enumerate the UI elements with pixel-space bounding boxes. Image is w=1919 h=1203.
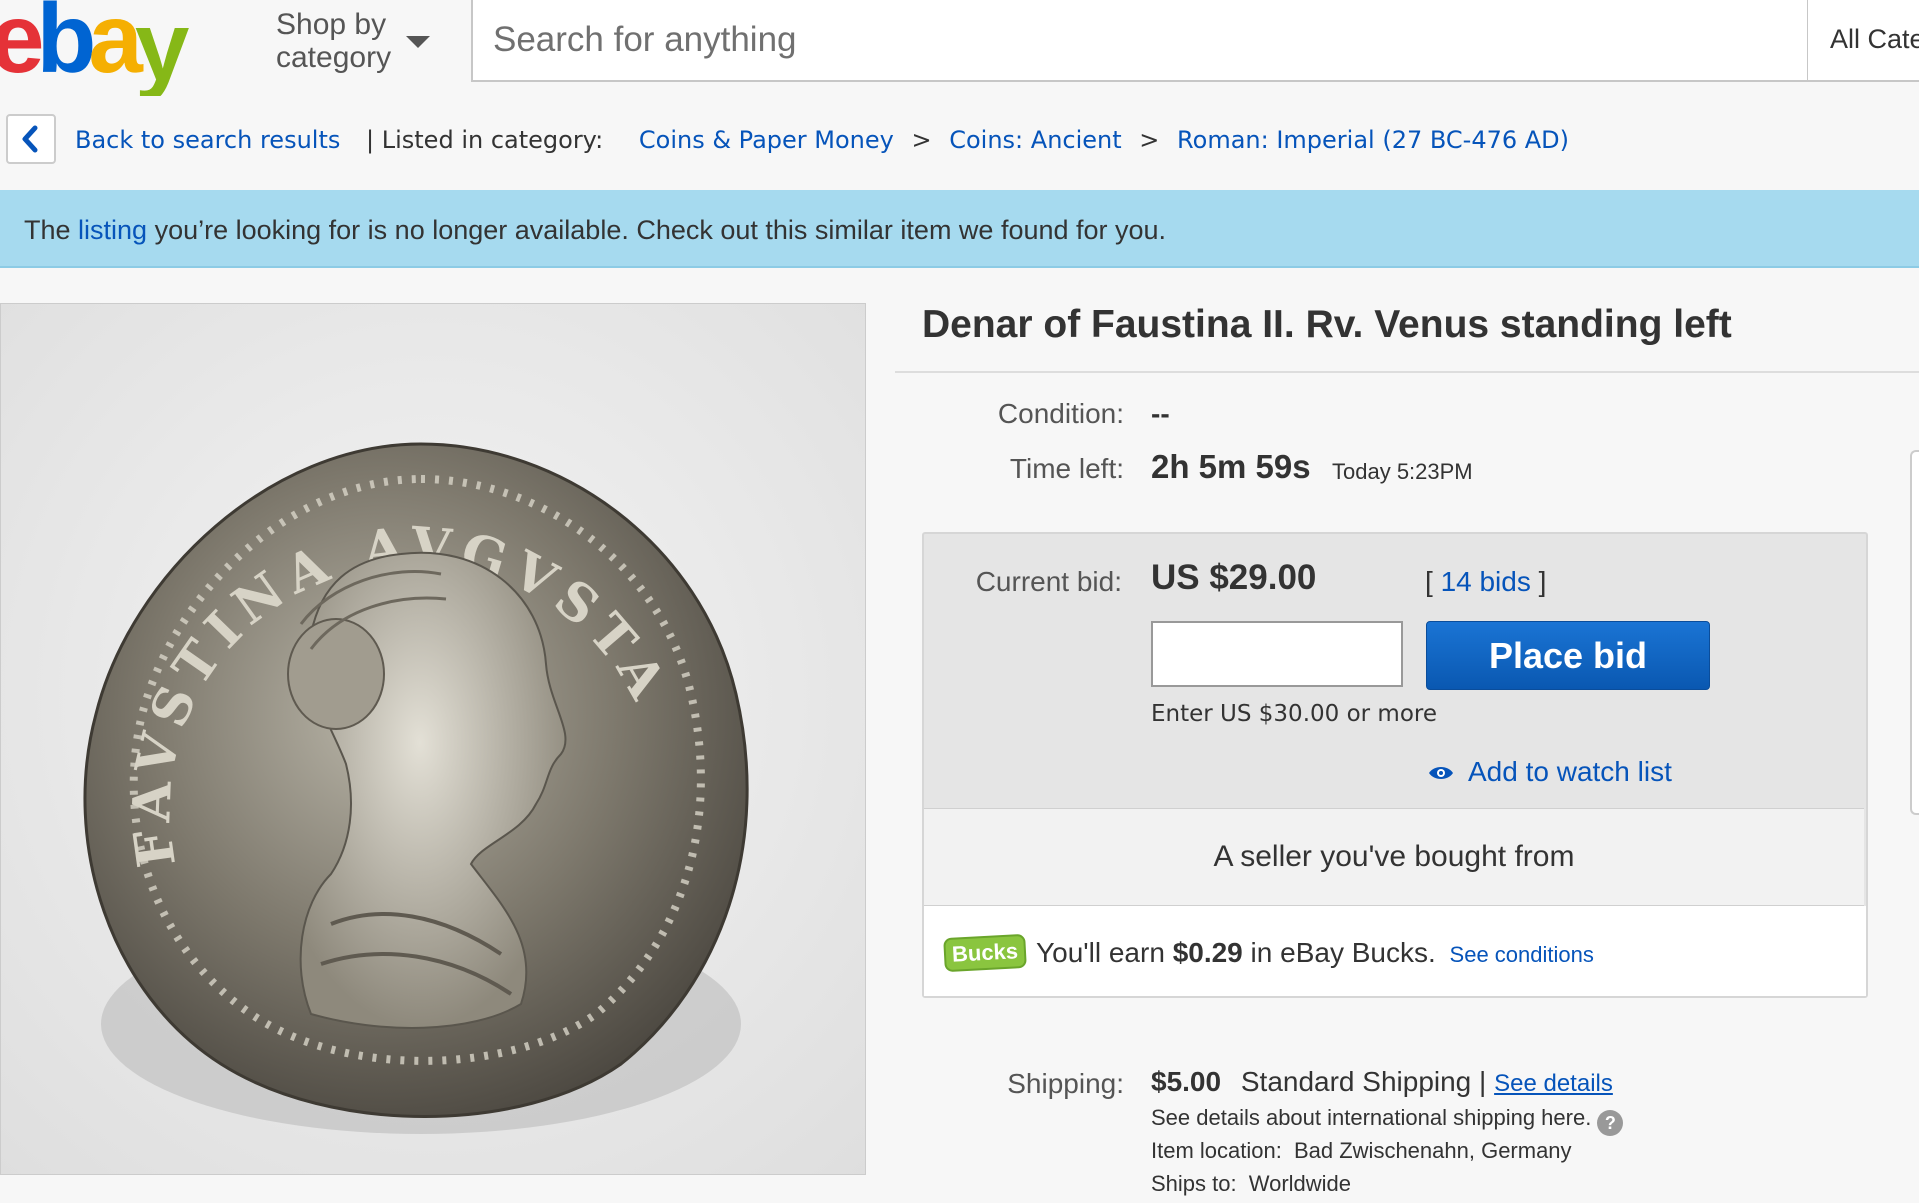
chevron-down-icon <box>406 36 430 48</box>
time-left-value: 2h 5m 59s <box>1151 448 1311 485</box>
unavailable-listing-banner: The listing you’re looking for is no lon… <box>0 190 1919 268</box>
current-bid-label: Current bid: <box>975 566 1122 597</box>
listed-in-label: | Listed in category: <box>366 126 604 154</box>
title-divider <box>895 371 1919 373</box>
intl-shipping-note: See details about international shipping… <box>1151 1105 1624 1136</box>
bucks-amount: $0.29 <box>1172 937 1243 968</box>
ships-to: Ships to: Worldwide <box>1151 1171 1351 1197</box>
shipping-separator: | <box>1479 1066 1487 1097</box>
ebay-bucks-row: Bucks You'll earn $0.29 in eBay Bucks. Se… <box>924 906 1866 996</box>
bid-amount-input[interactable] <box>1151 621 1403 687</box>
ships-to-value: Worldwide <box>1248 1171 1352 1196</box>
shipping-info: $5.00 Standard Shipping | See details <box>1151 1066 1613 1098</box>
breadcrumb-separator: > <box>911 126 932 154</box>
breadcrumb-separator: > <box>1139 126 1160 154</box>
shop-by-category-label: Shop by category <box>276 8 392 74</box>
bid-count-close: ] <box>1530 566 1547 597</box>
intl-shipping-text: See details about international shipping… <box>1151 1105 1592 1130</box>
min-bid-hint: Enter US $30.00 or more <box>1151 701 1437 727</box>
item-location: Item location: Bad Zwischenahn, Germany <box>1151 1138 1572 1164</box>
add-to-watch-list-button[interactable]: Add to watch list <box>1428 756 1672 788</box>
breadcrumb-item-coins-ancient[interactable]: Coins: Ancient <box>949 126 1121 154</box>
svg-text:ebay: ebay <box>0 0 189 96</box>
time-left-label: Time left: <box>1009 453 1124 484</box>
coin-photo: FAVSTINA AVGVSTA <box>1 304 865 1174</box>
item-image[interactable]: FAVSTINA AVGVSTA <box>0 303 866 1175</box>
banner-text-prefix: The <box>24 215 79 245</box>
shipping-cost: $5.00 <box>1151 1066 1222 1097</box>
shipping-label: Shipping: <box>1007 1068 1124 1099</box>
chevron-left-icon <box>22 125 38 153</box>
bucks-prefix: You'll earn <box>1036 937 1173 968</box>
back-button[interactable] <box>6 114 56 164</box>
seller-note: A seller you've bought from <box>924 808 1864 906</box>
side-panel-edge <box>1910 450 1919 815</box>
back-to-search-link[interactable]: Back to search results <box>75 126 340 154</box>
shipping-see-details-link[interactable]: See details <box>1494 1070 1613 1097</box>
bucks-suffix: in eBay Bucks. <box>1242 937 1436 968</box>
end-time: Today 5:23PM <box>1332 459 1473 484</box>
condition-value: -- <box>1151 398 1170 429</box>
search-input[interactable] <box>473 0 1807 80</box>
item-location-label: Item location: <box>1151 1138 1282 1163</box>
ships-to-label: Ships to: <box>1151 1171 1237 1196</box>
eye-icon <box>1429 767 1453 779</box>
place-bid-button[interactable]: Place bid <box>1426 621 1710 690</box>
ebay-logo[interactable]: ebay <box>0 0 250 96</box>
banner-text-suffix: you’re looking for is no longer availabl… <box>147 215 1167 245</box>
bid-count-link[interactable]: 14 bids <box>1441 566 1531 597</box>
breadcrumb: Back to search results | Listed in categ… <box>75 126 1569 154</box>
condition-label: Condition: <box>997 398 1124 429</box>
breadcrumb-item-coins-paper-money[interactable]: Coins & Paper Money <box>639 126 894 154</box>
search-box[interactable] <box>471 0 1809 82</box>
item-title: Denar of Faustina II. Rv. Venus standing… <box>922 303 1732 346</box>
shipping-method: Standard Shipping <box>1240 1066 1472 1097</box>
bid-count-open: [ <box>1425 566 1441 597</box>
current-bid-value: US $29.00 <box>1151 558 1317 597</box>
shop-by-category-button[interactable]: Shop by category <box>276 8 446 74</box>
category-select[interactable]: All Cate <box>1808 0 1919 82</box>
item-location-value: Bad Zwischenahn, Germany <box>1293 1138 1572 1163</box>
bucks-see-conditions-link[interactable]: See conditions <box>1450 942 1594 967</box>
banner-listing-link[interactable]: listing <box>78 215 147 245</box>
bid-count: [ 14 bids ] <box>1425 566 1546 598</box>
bucks-badge: Bucks <box>943 933 1027 973</box>
watch-list-label: Add to watch list <box>1468 756 1672 787</box>
breadcrumb-item-roman-imperial[interactable]: Roman: Imperial (27 BC-476 AD) <box>1177 126 1569 154</box>
help-icon[interactable]: ? <box>1597 1110 1624 1136</box>
